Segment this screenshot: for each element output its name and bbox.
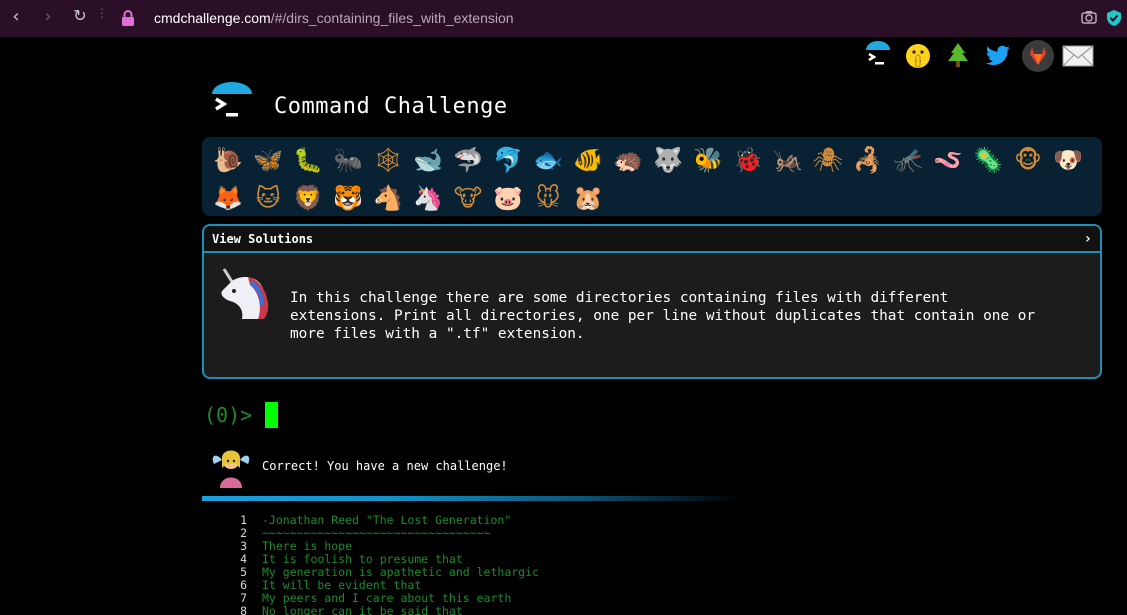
more-icon[interactable]: ⋮ (96, 6, 108, 27)
challenge-animal-icon[interactable]: 🐛 (288, 141, 328, 179)
challenge-animal-icon[interactable]: 🦂 (848, 141, 888, 179)
challenge-animal-icon[interactable]: 🐹 (568, 179, 608, 217)
terminal-cursor[interactable] (265, 402, 279, 428)
challenge-animal-icon[interactable]: 🦊 (208, 179, 248, 217)
challenge-animal-icon[interactable]: 🐬 (488, 141, 528, 179)
challenge-animal-icon[interactable]: 🦟 (888, 141, 928, 179)
challenge-animal-icon[interactable]: 🦋 (248, 141, 288, 179)
lock-icon[interactable] (121, 10, 135, 26)
forward-icon[interactable]: › (32, 6, 64, 27)
challenge-animal-icon[interactable]: 🐷 (488, 179, 528, 217)
output-listing: 1 -Jonathan Reed "The Lost Generation" 2 ~~… (225, 514, 539, 615)
challenge-animal-icon[interactable]: 🐟 (528, 141, 568, 179)
challenge-animal-icon[interactable]: 🦗 (768, 141, 808, 179)
challenge-animal-icon[interactable]: 🦔 (608, 141, 648, 179)
challenge-selector: 🐌 🦋 🐛 🐜 🕸 🐋 🦈 🐬 🐟 🐠 🦔 🐺 🐝 🐞 🦗 🕷 🦂 🦟 🪱 🦠 🐵 🐶 🦊 🐱 🦁 🐯 🐴 🦄 🐮 🐷 🐭 🐹 (202, 137, 1102, 216)
url-host: cmdchallenge.com (154, 10, 271, 26)
chevron-right-icon[interactable]: › (1084, 231, 1092, 247)
challenge-animal-icon[interactable]: 🦠 (968, 141, 1008, 179)
view-solutions-label: View Solutions (212, 231, 314, 246)
output-line: 8 No longer can it be said that (225, 605, 539, 615)
line-number: 8 (240, 604, 247, 615)
challenge-animal-icon[interactable]: 🐭 (528, 179, 568, 217)
challenge-animal-icon[interactable]: 🐋 (408, 141, 448, 179)
fairy-icon (212, 450, 250, 488)
gitlab-icon[interactable] (1022, 40, 1054, 72)
camera-icon[interactable] (1081, 10, 1097, 24)
challenge-animal-icon[interactable]: 🐞 (728, 141, 768, 179)
terminal-icon[interactable] (862, 40, 894, 72)
twitter-icon[interactable] (982, 40, 1014, 72)
challenge-animal-icon[interactable]: 🐵 (1008, 141, 1048, 179)
command-challenge-logo[interactable] (210, 82, 254, 124)
challenge-card: View Solutions › In this challenge there… (202, 224, 1102, 379)
page-title: Command Challenge (274, 94, 508, 119)
url-path: /#/dirs_containing_files_with_extension (270, 10, 514, 26)
challenge-animal-icon[interactable]: 🐜 (328, 141, 368, 179)
reload-icon[interactable]: ↻ (64, 6, 96, 27)
challenge-animal-icon[interactable]: 🕷 (808, 141, 848, 179)
challenge-animal-icon[interactable]: 🦈 (448, 141, 488, 179)
challenge-animal-icon[interactable]: 🐯 (328, 179, 368, 217)
challenge-animal-icon[interactable]: 🐠 (568, 141, 608, 179)
challenge-animal-icon[interactable]: 🦁 (288, 179, 328, 217)
challenge-animal-icon[interactable]: 🪱 (928, 141, 968, 179)
challenge-animal-icon[interactable]: 🐌 (208, 141, 248, 179)
progress-bar (202, 496, 742, 501)
social-links (862, 40, 1094, 72)
challenge-animal-icon[interactable]: 🐶 (1048, 141, 1088, 179)
browser-toolbar: ‹ › ↻ ⋮ cmdchallenge.com/#/dirs_containi… (0, 0, 1127, 37)
view-solutions-toggle[interactable]: View Solutions › (204, 226, 1100, 253)
command-prompt[interactable]: (0)> (204, 402, 279, 428)
challenge-row: 🦊 🐱 🦁 🐯 🐴 🦄 🐮 🐷 🐭 🐹 (208, 179, 1096, 217)
challenge-animal-icon[interactable]: 🦄 (408, 179, 448, 217)
unicorn-icon (221, 268, 269, 319)
prompt-label: (0)> (204, 403, 253, 427)
line-text: No longer can it be said that (262, 604, 463, 615)
shushing-face-icon[interactable] (902, 40, 934, 72)
challenge-animal-icon[interactable]: 🐺 (648, 141, 688, 179)
shield-icon[interactable] (1107, 10, 1121, 26)
challenge-animal-icon[interactable]: 🐱 (248, 179, 288, 217)
challenge-row: 🐌 🦋 🐛 🐜 🕸 🐋 🦈 🐬 🐟 🐠 🦔 🐺 🐝 🐞 🦗 🕷 🦂 🦟 🪱 🦠 🐵 🐶 (208, 141, 1096, 179)
challenge-animal-icon[interactable]: 🐴 (368, 179, 408, 217)
challenge-animal-icon[interactable]: 🕸 (368, 141, 408, 179)
address-bar[interactable]: cmdchallenge.com/#/dirs_containing_files… (154, 10, 514, 26)
tree-icon[interactable] (942, 40, 974, 72)
challenge-animal-icon[interactable]: 🐮 (448, 179, 488, 217)
back-icon[interactable]: ‹ (0, 6, 32, 27)
mail-icon[interactable] (1062, 40, 1094, 72)
challenge-body: In this challenge there are some directo… (204, 253, 1100, 377)
challenge-description: In this challenge there are some directo… (290, 290, 1036, 342)
challenge-animal-icon[interactable]: 🐝 (688, 141, 728, 179)
status-message: Correct! You have a new challenge! (262, 459, 508, 473)
